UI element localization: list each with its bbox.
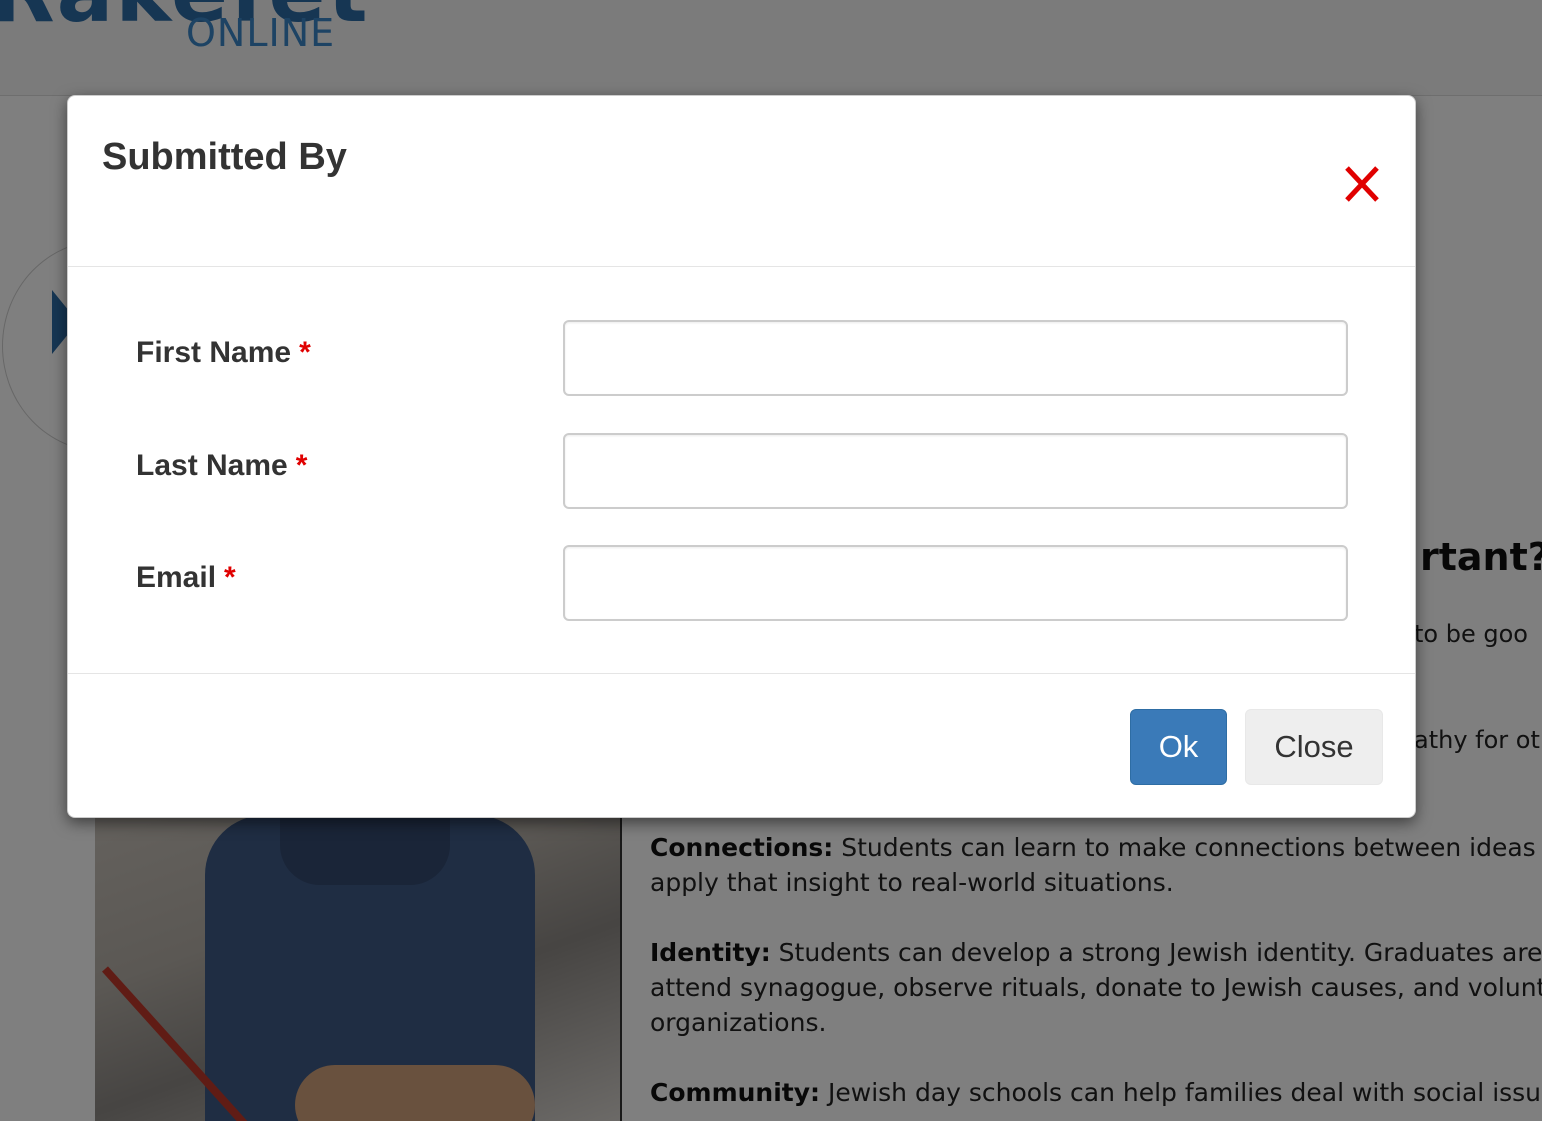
close-icon[interactable] [1344,164,1380,204]
email-row: Email * [68,545,1415,625]
ok-button[interactable]: Ok [1130,709,1227,785]
close-button[interactable]: Close [1245,709,1383,785]
first-name-field[interactable] [563,320,1348,396]
submitted-by-dialog: Submitted By First Name * Last Name * Emai… [67,95,1416,818]
dialog-footer: Ok Close [68,673,1415,818]
email-label: Email * [136,561,236,594]
last-name-field[interactable] [563,433,1348,509]
dialog-title: Submitted By [102,136,347,178]
dialog-header: Submitted By [68,96,1415,267]
first-name-label: First Name * [136,336,311,369]
email-field[interactable] [563,545,1348,621]
last-name-row: Last Name * [68,433,1415,513]
first-name-row: First Name * [68,320,1415,400]
required-marker: * [299,336,311,369]
last-name-label: Last Name * [136,449,308,482]
required-marker: * [224,561,236,594]
required-marker: * [295,449,308,482]
